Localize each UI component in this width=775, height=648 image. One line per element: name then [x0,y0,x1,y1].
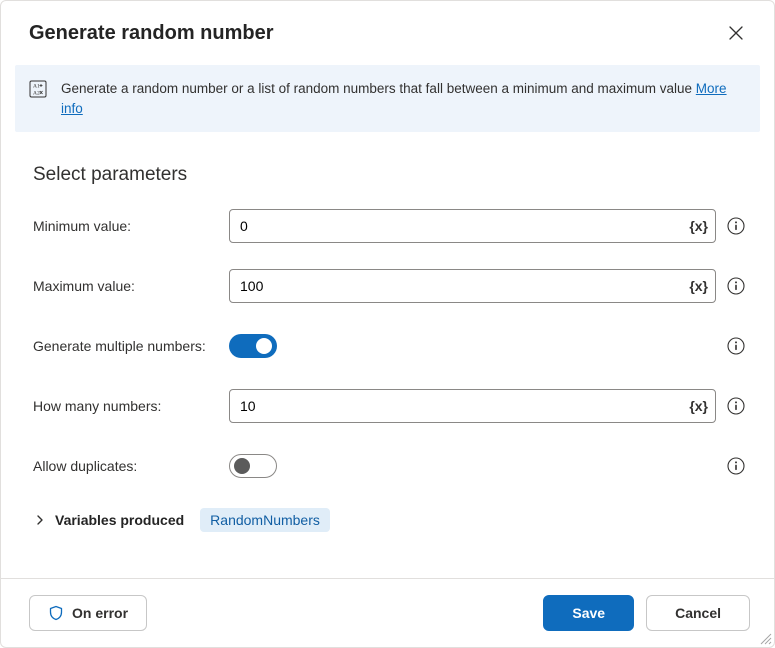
max-value-label: Maximum value: [33,278,229,294]
row-generate-multiple: Generate multiple numbers: [33,328,746,364]
max-value-input[interactable] [229,269,716,303]
info-icon [727,337,745,355]
banner-text-wrap: Generate a random number or a list of ra… [61,79,744,118]
multi-info[interactable] [726,336,746,356]
save-label: Save [572,605,605,621]
dialog: Generate random number A1A2 Generate a r… [0,0,775,648]
dialog-footer: On error Save Cancel [1,578,774,647]
close-button[interactable] [722,19,750,47]
variable-picker-icon[interactable]: {x} [689,278,708,294]
dup-info[interactable] [726,456,746,476]
count-label: How many numbers: [33,398,229,414]
count-info[interactable] [726,396,746,416]
action-icon: A1A2 [29,80,47,98]
info-icon [727,397,745,415]
section-title: Select parameters [33,164,746,186]
max-value-info[interactable] [726,276,746,296]
variables-expand[interactable] [33,513,47,527]
multi-toggle[interactable] [229,334,277,358]
cancel-button[interactable]: Cancel [646,595,750,631]
min-value-input[interactable] [229,209,716,243]
min-value-label: Minimum value: [33,218,229,234]
on-error-button[interactable]: On error [29,595,147,631]
dialog-header: Generate random number [1,1,774,65]
info-icon [727,277,745,295]
variable-chip[interactable]: RandomNumbers [200,508,330,532]
multi-label: Generate multiple numbers: [33,338,229,354]
svg-text:A2: A2 [33,91,40,97]
content-area: Select parameters Minimum value: {x} Max… [1,140,774,578]
shield-icon [48,605,64,621]
variable-picker-icon[interactable]: {x} [689,218,708,234]
info-banner: A1A2 Generate a random number or a list … [15,65,760,132]
row-min-value: Minimum value: {x} [33,208,746,244]
dup-toggle[interactable] [229,454,277,478]
resize-grip-icon[interactable] [760,633,772,645]
row-max-value: Maximum value: {x} [33,268,746,304]
close-icon [729,26,743,40]
svg-text:A1: A1 [33,84,40,90]
banner-text: Generate a random number or a list of ra… [61,81,696,96]
dialog-title: Generate random number [29,22,274,45]
chevron-right-icon [35,515,45,525]
dup-label: Allow duplicates: [33,458,229,474]
save-button[interactable]: Save [543,595,634,631]
variables-produced-row: Variables produced RandomNumbers [33,508,746,532]
min-value-info[interactable] [726,216,746,236]
cancel-label: Cancel [675,605,721,621]
info-icon [727,457,745,475]
count-input[interactable] [229,389,716,423]
row-allow-duplicates: Allow duplicates: [33,448,746,484]
info-icon [727,217,745,235]
on-error-label: On error [72,605,128,621]
variables-produced-label[interactable]: Variables produced [55,512,184,528]
variable-picker-icon[interactable]: {x} [689,398,708,414]
row-count: How many numbers: {x} [33,388,746,424]
